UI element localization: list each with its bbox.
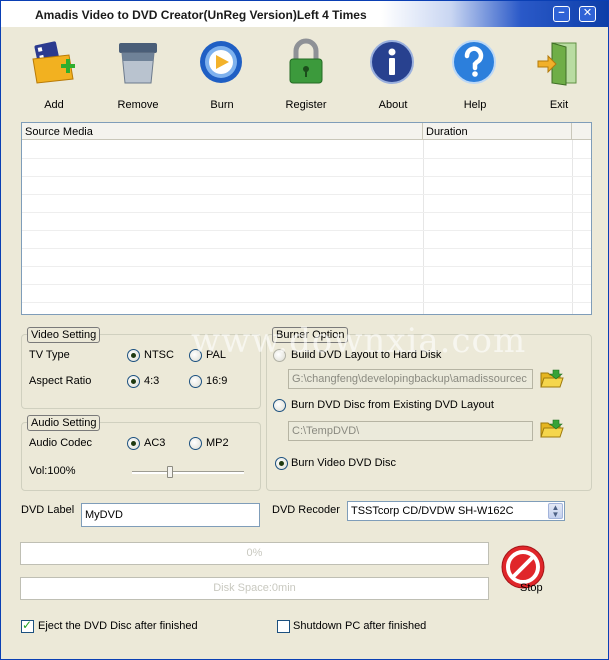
remove-label: Remove [117,99,159,111]
burn-button[interactable]: Burn [190,37,254,119]
shutdown-checkbox[interactable] [277,620,290,633]
dvd-label-caption: DVD Label [21,504,75,516]
remove-button[interactable]: Remove [106,37,170,119]
list-header: Source Media Duration [22,123,591,140]
exit-door-icon [534,37,584,87]
folder-open-icon [540,369,564,388]
stop-label: Stop [520,582,543,594]
app-window: Amadis Video to DVD Creator(UnReg Versio… [0,0,609,660]
grid-line [22,230,591,231]
browse-build-path-button[interactable] [540,368,564,390]
eject-checkbox[interactable] [21,618,34,633]
aspect-4-3-radio[interactable] [127,375,140,388]
exit-button[interactable]: Exit [527,37,591,119]
aspect-16-9-radio[interactable] [189,375,202,388]
grid-line [22,248,591,249]
grid-line [22,158,591,159]
ac3-label[interactable]: AC3 [144,437,165,449]
eject-label[interactable]: Eject the DVD Disc after finished [38,620,198,632]
grid-line [22,212,591,213]
mp2-radio[interactable] [189,437,202,450]
column-header-duration[interactable]: Duration [423,123,572,139]
volume-label: Vol:100% [29,465,76,477]
build-path-field[interactable]: G:\changfeng\developingbackup\amadissour… [288,369,533,389]
about-label: About [378,99,408,111]
dvd-recorder-value: TSSTcorp CD/DVDW SH-W162C [351,505,514,517]
volume-slider-track[interactable] [132,471,244,474]
aspect-16-9-label[interactable]: 16:9 [206,375,227,387]
film-add-icon [29,37,79,87]
grid-line [22,284,591,285]
watermark-text: www.downxia.com [191,321,527,361]
add-label: Add [44,99,64,111]
help-button[interactable]: Help [443,37,507,119]
ac3-radio[interactable] [127,437,140,450]
tv-type-label: TV Type [29,349,70,361]
volume-slider-thumb[interactable] [167,466,174,478]
source-media-list[interactable]: Source Media Duration [21,122,592,315]
grid-line [22,302,591,303]
dvd-label-input[interactable]: MyDVD [81,503,260,527]
exit-label: Exit [549,99,569,111]
mp2-label[interactable]: MP2 [206,437,229,449]
column-divider [423,140,424,314]
register-button[interactable]: Register [274,37,338,119]
grid-line [22,176,591,177]
help-label: Help [463,99,487,111]
burn-label: Burn [210,99,234,111]
existing-layout-label[interactable]: Burn DVD Disc from Existing DVD Layout [291,399,494,411]
existing-layout-radio[interactable] [273,399,286,412]
aspect-ratio-label: Aspect Ratio [29,375,92,387]
burn-video-dvd-radio[interactable] [275,457,288,470]
shutdown-label[interactable]: Shutdown PC after finished [293,620,426,632]
existing-path-field[interactable]: C:\TempDVD\ [288,421,533,441]
video-setting-title: Video Setting [27,327,101,343]
minimize-button[interactable]: − [553,6,570,22]
audio-setting-group: Audio Setting Audio Codec AC3 MP2 Vol:10… [21,415,261,491]
register-label: Register [285,99,327,111]
progress-percent-text: 0% [246,547,263,559]
browse-existing-path-button[interactable] [540,418,564,440]
audio-codec-label: Audio Codec [29,437,92,449]
about-button[interactable]: About [361,37,425,119]
folder-open-icon [540,419,564,438]
grid-line [22,266,591,267]
dvd-recorder-select[interactable]: TSSTcorp CD/DVDW SH-W162C ▲ ▼ [347,501,565,521]
column-divider [572,140,573,314]
ntsc-label[interactable]: NTSC [144,349,174,361]
close-icon: ✕ [582,7,593,19]
spinner-arrows-icon[interactable]: ▲ ▼ [548,503,563,519]
help-icon [450,37,500,87]
ntsc-radio[interactable] [127,349,140,362]
disk-space-text: Disk Space:0min [213,582,296,594]
disc-play-icon [197,37,247,87]
minimize-icon: − [558,7,565,19]
grid-line [22,194,591,195]
column-header-source-media[interactable]: Source Media [22,123,423,139]
title-bar[interactable]: Amadis Video to DVD Creator(UnReg Versio… [1,1,608,27]
add-button[interactable]: Add [22,37,86,119]
aspect-4-3-label[interactable]: 4:3 [144,375,159,387]
window-title: Amadis Video to DVD Creator(UnReg Versio… [35,8,367,22]
trash-icon [113,37,163,87]
info-icon [368,37,418,87]
audio-setting-title: Audio Setting [27,415,101,431]
burn-progress-bar: 0% [20,542,489,565]
burn-video-dvd-label[interactable]: Burn Video DVD Disc [291,457,396,469]
close-button[interactable]: ✕ [579,6,596,22]
stop-button[interactable]: Stop [500,545,550,595]
disk-space-bar: Disk Space:0min [20,577,489,600]
padlock-icon [281,37,331,87]
dvd-recorder-caption: DVD Recoder [272,504,340,516]
